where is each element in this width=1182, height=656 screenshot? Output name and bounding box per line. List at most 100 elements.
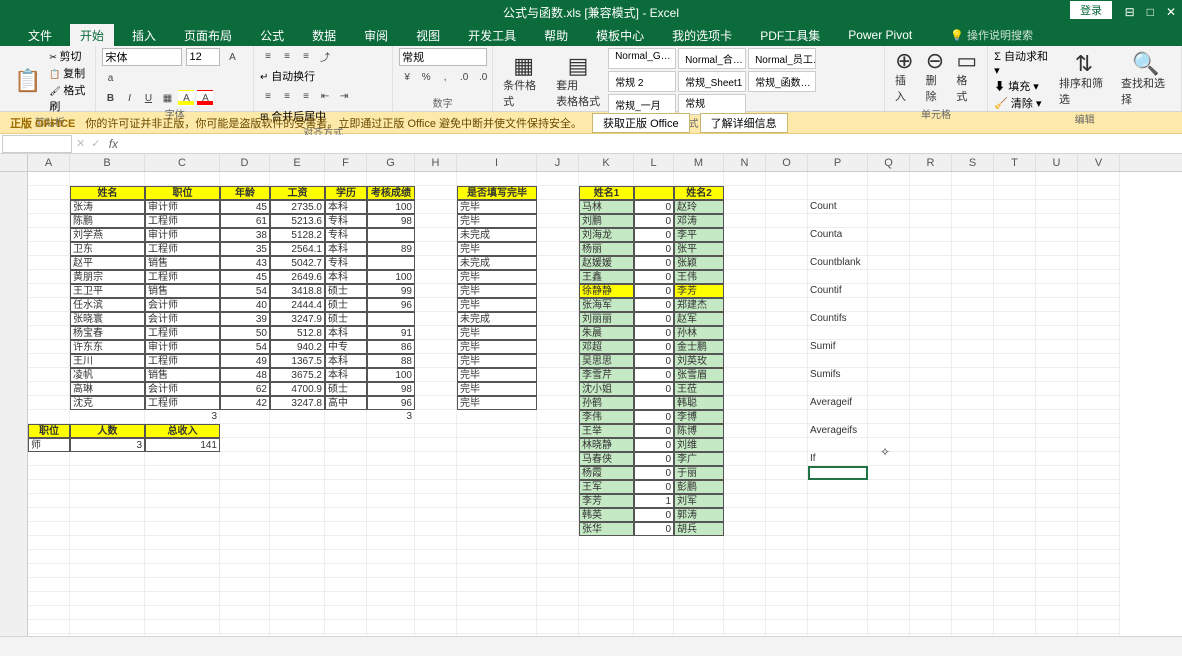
cell-A10[interactable] (28, 298, 70, 312)
cell-R23[interactable] (910, 480, 952, 494)
increase-font-icon[interactable]: A (224, 49, 240, 65)
cell-F6[interactable]: 本科 (325, 242, 367, 256)
cell-M20[interactable]: 刘维 (674, 438, 724, 452)
cell-A4[interactable] (28, 214, 70, 228)
cell-Q8[interactable] (868, 270, 910, 284)
align-left-icon[interactable]: ≡ (260, 88, 276, 104)
cell-S9[interactable] (952, 284, 994, 298)
cell-O14[interactable] (766, 354, 808, 368)
cell-E18[interactable] (270, 410, 325, 424)
cell-F17[interactable]: 高中 (325, 396, 367, 410)
cell-P3[interactable]: Count (808, 200, 868, 214)
cell-A24[interactable] (28, 494, 70, 508)
cell-R17[interactable] (910, 396, 952, 410)
cell-R25[interactable] (910, 508, 952, 522)
cell-D16[interactable]: 62 (220, 382, 270, 396)
cell-R33[interactable] (910, 620, 952, 634)
cell-N3[interactable] (724, 200, 766, 214)
tab-layout[interactable]: 页面布局 (174, 24, 242, 47)
cell-D20[interactable] (220, 438, 270, 452)
cell-A16[interactable] (28, 382, 70, 396)
cell-T26[interactable] (994, 522, 1036, 536)
cell-N16[interactable] (724, 382, 766, 396)
cell-B11[interactable]: 张晓寰 (70, 312, 145, 326)
cell-D10[interactable]: 40 (220, 298, 270, 312)
cell-I6[interactable]: 完毕 (457, 242, 537, 256)
cell-B2[interactable]: 姓名 (70, 186, 145, 200)
cell-J10[interactable] (537, 298, 579, 312)
cell-J7[interactable] (537, 256, 579, 270)
cell-H9[interactable] (415, 284, 457, 298)
cell-Q12[interactable] (868, 326, 910, 340)
cell-N27[interactable] (724, 536, 766, 550)
cell-T16[interactable] (994, 382, 1036, 396)
tab-formula[interactable]: 公式 (250, 24, 294, 47)
minimize-button[interactable]: ⊟ (1125, 5, 1135, 19)
cell-B13[interactable]: 许东东 (70, 340, 145, 354)
col-header-O[interactable]: O (766, 154, 808, 171)
cell-R16[interactable] (910, 382, 952, 396)
cell-C29[interactable] (145, 564, 220, 578)
cell-U6[interactable] (1036, 242, 1078, 256)
cell-S6[interactable] (952, 242, 994, 256)
tab-dev[interactable]: 开发工具 (458, 24, 526, 47)
cell-K1[interactable] (579, 172, 634, 186)
cell-J30[interactable] (537, 578, 579, 592)
cell-M4[interactable]: 邓涛 (674, 214, 724, 228)
cell-P1[interactable] (808, 172, 868, 186)
tell-me-search[interactable]: 操作说明搜索 (950, 27, 1033, 43)
cell-J31[interactable] (537, 592, 579, 606)
cell-U4[interactable] (1036, 214, 1078, 228)
cell-S31[interactable] (952, 592, 994, 606)
cell-V2[interactable] (1078, 186, 1120, 200)
cell-C10[interactable]: 会计师 (145, 298, 220, 312)
cell-I1[interactable] (457, 172, 537, 186)
number-format-combo[interactable] (399, 48, 487, 66)
cell-styles-gallery[interactable]: Normal_G… Normal_合… Normal_员工… 常规 2 常规_S… (608, 48, 878, 115)
cell-A29[interactable] (28, 564, 70, 578)
cell-S28[interactable] (952, 550, 994, 564)
cell-U20[interactable] (1036, 438, 1078, 452)
cell-I3[interactable]: 完毕 (457, 200, 537, 214)
cell-O2[interactable] (766, 186, 808, 200)
cell-V25[interactable] (1078, 508, 1120, 522)
cell-F22[interactable] (325, 466, 367, 480)
cell-L19[interactable]: 0 (634, 424, 674, 438)
cell-P14[interactable] (808, 354, 868, 368)
cell-O27[interactable] (766, 536, 808, 550)
cell-J21[interactable] (537, 452, 579, 466)
cell-M1[interactable] (674, 172, 724, 186)
cell-H14[interactable] (415, 354, 457, 368)
cell-J2[interactable] (537, 186, 579, 200)
col-header-G[interactable]: G (367, 154, 415, 171)
col-header-F[interactable]: F (325, 154, 367, 171)
cell-V9[interactable] (1078, 284, 1120, 298)
cell-B16[interactable]: 高琳 (70, 382, 145, 396)
cell-N19[interactable] (724, 424, 766, 438)
cell-V22[interactable] (1078, 466, 1120, 480)
delete-cells-button[interactable]: ⊖删除 (922, 48, 949, 106)
cell-A31[interactable] (28, 592, 70, 606)
tab-pdf[interactable]: PDF工具集 (750, 24, 830, 47)
cell-P16[interactable] (808, 382, 868, 396)
cell-P6[interactable] (808, 242, 868, 256)
cell-J18[interactable] (537, 410, 579, 424)
cell-D31[interactable] (220, 592, 270, 606)
cell-O7[interactable] (766, 256, 808, 270)
col-header-T[interactable]: T (994, 154, 1036, 171)
cell-C13[interactable]: 审计师 (145, 340, 220, 354)
cell-V21[interactable] (1078, 452, 1120, 466)
name-box[interactable] (2, 135, 72, 153)
cell-K32[interactable] (579, 606, 634, 620)
cond-format-button[interactable]: ▦条件格式 (499, 53, 548, 111)
cell-G20[interactable] (367, 438, 415, 452)
cell-A13[interactable] (28, 340, 70, 354)
cell-N29[interactable] (724, 564, 766, 578)
cell-F15[interactable]: 本科 (325, 368, 367, 382)
cell-C24[interactable] (145, 494, 220, 508)
cell-S8[interactable] (952, 270, 994, 284)
cell-T24[interactable] (994, 494, 1036, 508)
cell-V11[interactable] (1078, 312, 1120, 326)
cell-D1[interactable] (220, 172, 270, 186)
cell-I25[interactable] (457, 508, 537, 522)
